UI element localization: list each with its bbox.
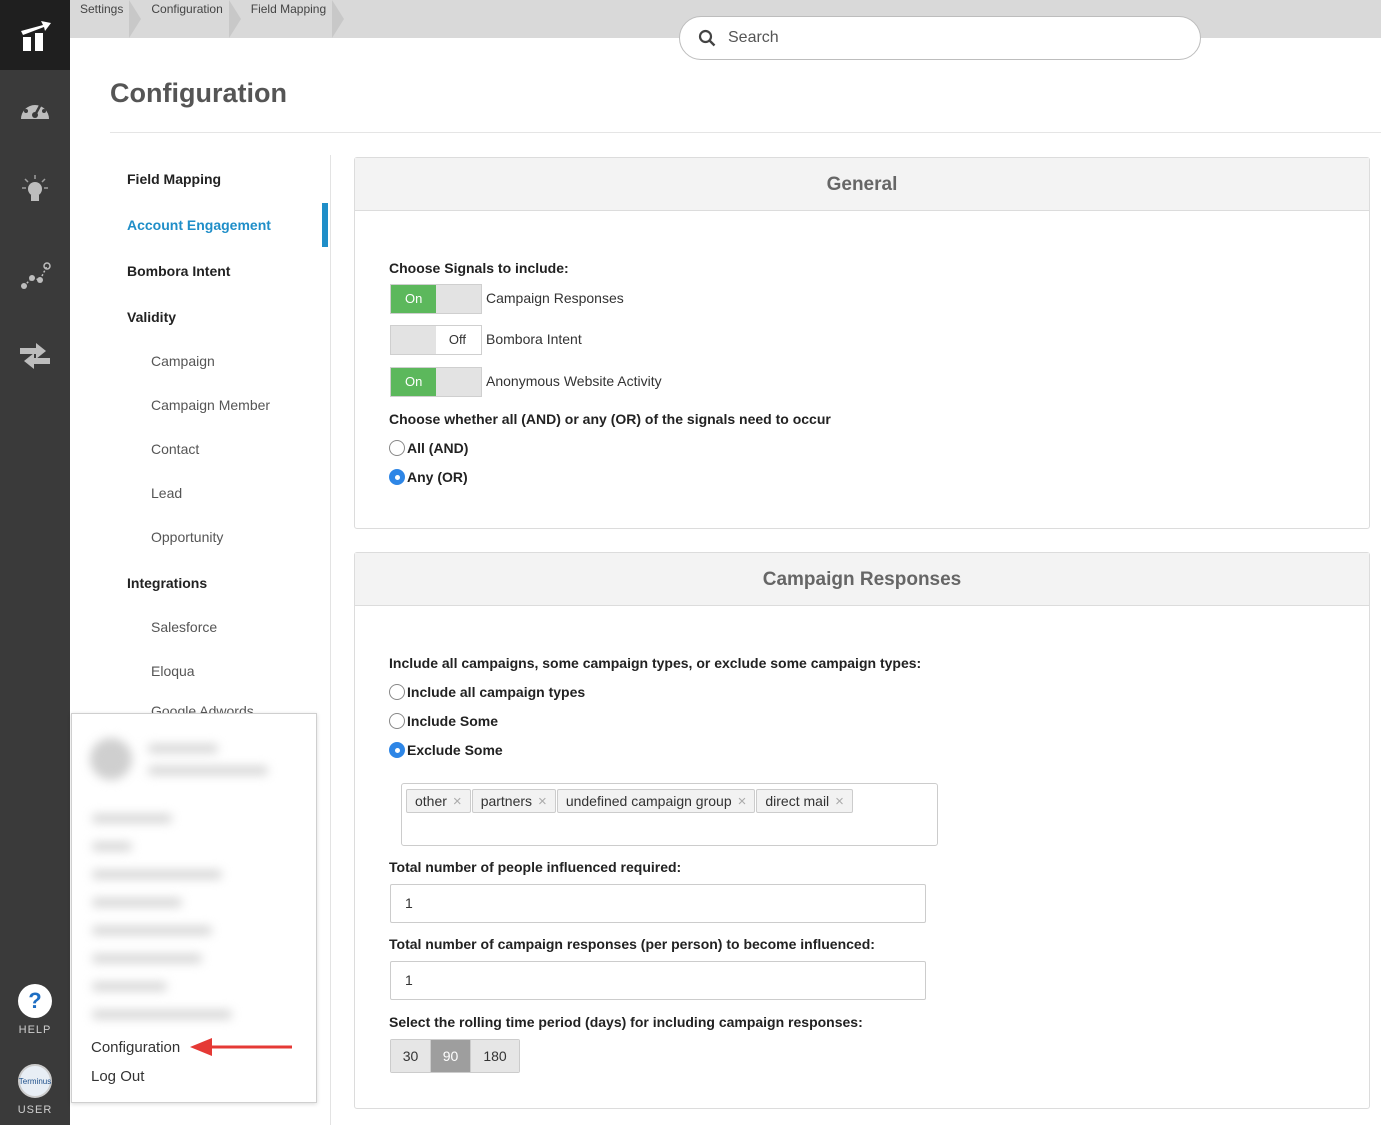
breadcrumb-configuration[interactable]: Configuration <box>141 0 242 38</box>
user-label: USER <box>17 1104 53 1116</box>
remove-tag-icon[interactable]: × <box>453 793 462 810</box>
subnav-item-opportunity[interactable]: Opportunity <box>151 529 223 545</box>
people-influenced-input[interactable]: 1 <box>390 884 926 923</box>
period-option-90[interactable]: 90 <box>431 1040 471 1072</box>
tag: other × <box>406 789 471 813</box>
toggle-knob <box>391 326 436 354</box>
radio-button-checked-icon <box>389 742 405 758</box>
user-button[interactable]: Terminus USER <box>0 1064 70 1116</box>
toggle-state: On <box>391 285 437 313</box>
logic-label: Choose whether all (AND) or any (OR) of … <box>389 411 831 427</box>
left-rail: ? HELP Terminus USER <box>0 0 70 1125</box>
toggle-campaign-responses[interactable]: On <box>390 284 482 314</box>
radio-any-or[interactable]: Any (OR) <box>389 469 468 485</box>
toggle-knob <box>436 285 481 313</box>
app: ? HELP Terminus USER Settings Configurat… <box>0 0 1381 1125</box>
tag-label: direct mail <box>765 793 830 809</box>
remove-tag-icon[interactable]: × <box>835 793 844 810</box>
subnav-item-bombora-intent[interactable]: Bombora Intent <box>127 263 230 279</box>
radio-exclude-some[interactable]: Exclude Some <box>389 742 503 758</box>
subnav-item-campaign-member[interactable]: Campaign Member <box>151 397 270 413</box>
general-panel-title: General <box>355 158 1369 211</box>
blurred-user-info <box>72 714 316 1034</box>
menu-item-logout[interactable]: Log Out <box>91 1068 144 1085</box>
excluded-types-tag-input[interactable]: other × partners × undefined campaign group ×… <box>401 783 938 846</box>
rolling-period-label: Select the rolling time period (days) fo… <box>389 1014 863 1030</box>
help-button[interactable]: ? HELP <box>0 984 70 1036</box>
dashboard-icon[interactable] <box>0 84 70 134</box>
app-logo[interactable] <box>0 0 70 70</box>
help-icon: ? <box>18 984 52 1018</box>
toggle-label: Campaign Responses <box>486 290 624 306</box>
responses-per-person-input[interactable]: 1 <box>390 961 926 1000</box>
subnav-item-campaign[interactable]: Campaign <box>151 353 215 369</box>
toggle-state: On <box>391 368 437 396</box>
subnav-item-field-mapping[interactable]: Field Mapping <box>127 171 221 187</box>
lightbulb-icon[interactable] <box>0 166 70 216</box>
search-bar[interactable] <box>679 16 1201 60</box>
subnav-item-google-adwords[interactable]: Google Adwords <box>151 703 254 713</box>
tag: partners × <box>471 789 556 813</box>
subnav-item-salesforce[interactable]: Salesforce <box>151 619 217 635</box>
radio-button-icon <box>389 713 405 729</box>
toggle-bombora-intent[interactable]: Off <box>390 325 482 355</box>
divider <box>110 132 1381 133</box>
page-title: Configuration <box>110 78 287 108</box>
radio-label: Include all campaign types <box>407 684 586 700</box>
subnav-section-validity: Validity <box>127 309 177 325</box>
responses-per-person-label: Total number of campaign responses (per … <box>389 936 875 952</box>
toggle-anonymous-website-activity[interactable]: On <box>390 367 482 397</box>
toggle-knob <box>436 368 481 396</box>
subnav-section-integrations: Integrations <box>127 575 208 591</box>
breadcrumb-field-mapping[interactable]: Field Mapping <box>241 0 345 38</box>
campaign-responses-title: Campaign Responses <box>355 553 1369 606</box>
avatar: Terminus <box>18 1064 52 1098</box>
subnav-item-lead[interactable]: Lead <box>151 485 182 501</box>
radio-label: Include Some <box>407 713 499 729</box>
menu-item-configuration[interactable]: Configuration <box>91 1039 180 1056</box>
remove-tag-icon[interactable]: × <box>538 793 547 810</box>
subnav-item-account-engagement[interactable]: Account Engagement <box>127 217 271 233</box>
rolling-period-selector: 30 90 180 <box>390 1039 520 1073</box>
help-label: HELP <box>18 1024 52 1036</box>
remove-tag-icon[interactable]: × <box>738 793 747 810</box>
path-analysis-icon[interactable] <box>0 250 70 300</box>
radio-button-icon <box>389 684 405 700</box>
tag-label: partners <box>480 793 533 809</box>
subnav-item-eloqua[interactable]: Eloqua <box>151 663 195 679</box>
toggle-label: Anonymous Website Activity <box>486 373 662 389</box>
breadcrumb: Settings Configuration Field Mapping <box>70 0 345 38</box>
tag-label: undefined campaign group <box>565 793 732 809</box>
breadcrumb-settings[interactable]: Settings <box>70 0 142 38</box>
radio-label: Any (OR) <box>407 469 468 485</box>
subnav-item-contact[interactable]: Contact <box>151 441 199 457</box>
annotation-arrow-icon <box>190 1038 292 1056</box>
signals-label: Choose Signals to include: <box>389 260 569 276</box>
logo-icon <box>21 21 51 51</box>
people-influenced-label: Total number of people influenced requir… <box>389 859 682 875</box>
radio-label: All (AND) <box>407 440 469 456</box>
toggle-state: Off <box>435 326 481 354</box>
general-panel: General Choose Signals to include: On Ca… <box>354 157 1370 529</box>
radio-button-checked-icon <box>389 469 405 485</box>
campaign-types-label: Include all campaigns, some campaign typ… <box>389 655 922 671</box>
tag-label: other <box>415 793 447 809</box>
radio-include-some[interactable]: Include Some <box>389 713 498 729</box>
period-option-180[interactable]: 180 <box>471 1040 519 1072</box>
period-option-30[interactable]: 30 <box>391 1040 431 1072</box>
radio-include-all[interactable]: Include all campaign types <box>389 684 585 700</box>
sync-arrows-icon[interactable] <box>0 330 70 380</box>
search-icon <box>698 29 716 47</box>
tag: direct mail × <box>756 789 853 813</box>
search-input[interactable] <box>728 29 1148 47</box>
radio-button-icon <box>389 440 405 456</box>
radio-all-and[interactable]: All (AND) <box>389 440 468 456</box>
campaign-responses-panel: Campaign Responses Include all campaigns… <box>354 552 1370 1109</box>
radio-label: Exclude Some <box>407 742 503 758</box>
active-indicator <box>322 203 328 247</box>
tag: undefined campaign group × <box>556 789 756 813</box>
toggle-label: Bombora Intent <box>486 331 582 347</box>
